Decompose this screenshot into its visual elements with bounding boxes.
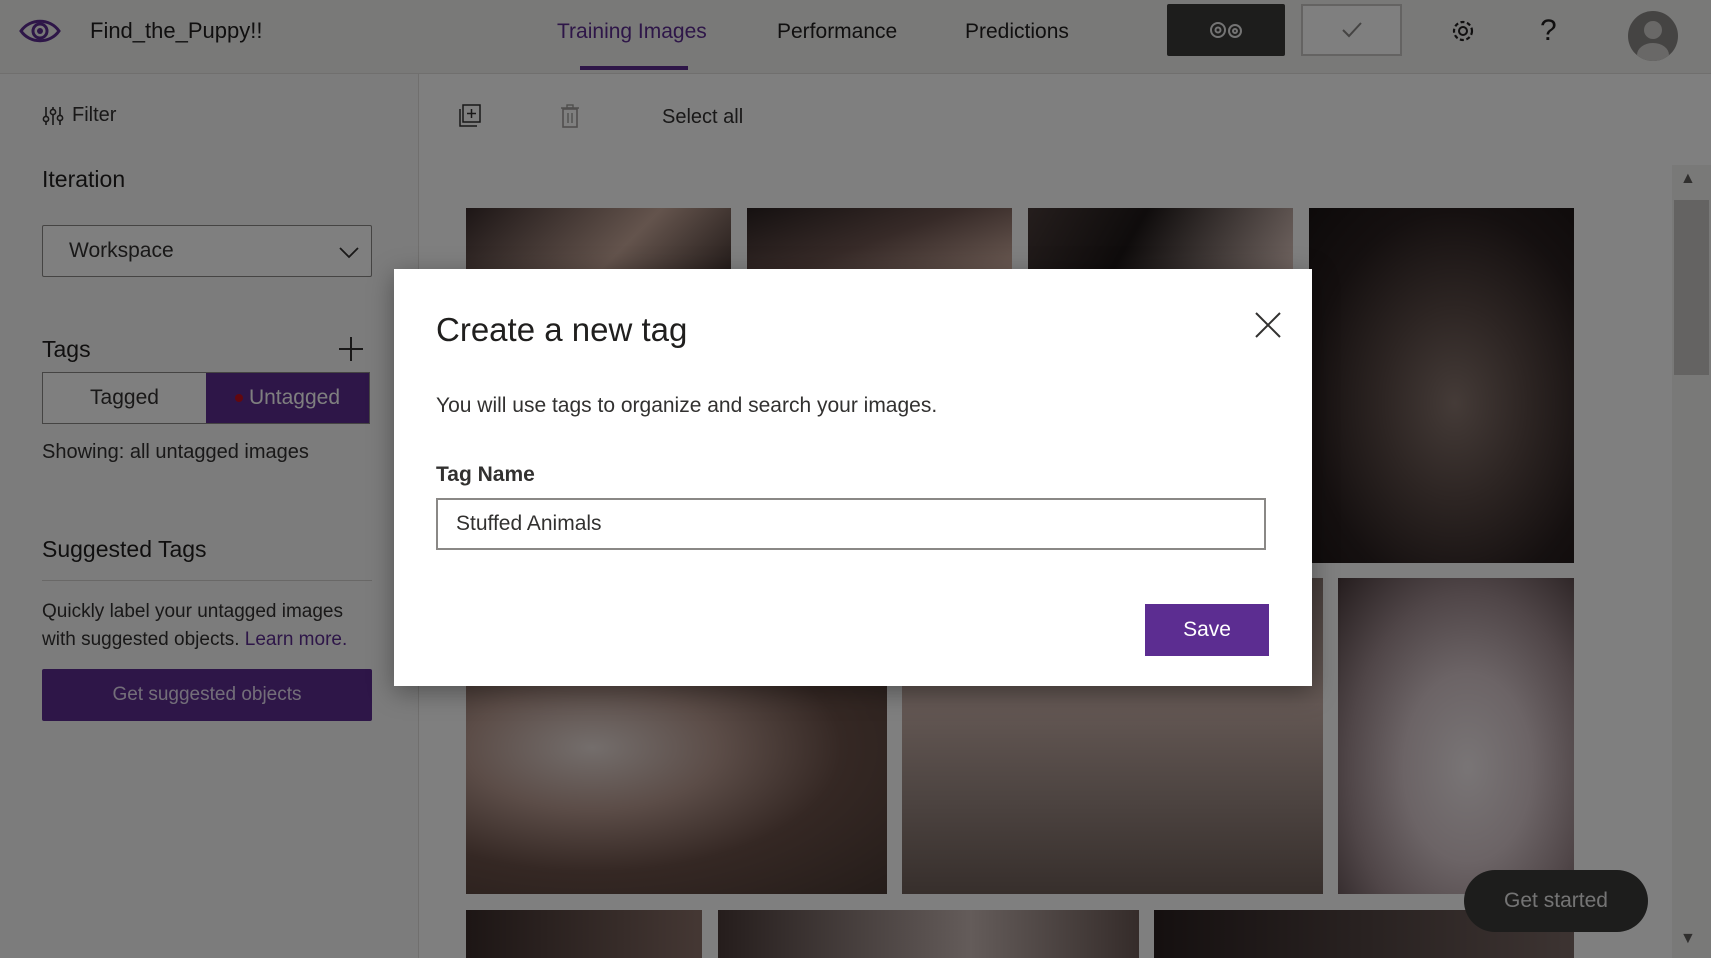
close-icon[interactable] bbox=[1252, 309, 1284, 341]
dialog-title: Create a new tag bbox=[436, 311, 688, 348]
create-tag-dialog: Create a new tag You will use tags to or… bbox=[394, 269, 1312, 686]
save-button[interactable]: Save bbox=[1145, 604, 1269, 656]
dialog-description: You will use tags to organize and search… bbox=[436, 394, 938, 417]
tag-name-label: Tag Name bbox=[436, 463, 535, 486]
tag-name-input[interactable] bbox=[436, 498, 1266, 550]
